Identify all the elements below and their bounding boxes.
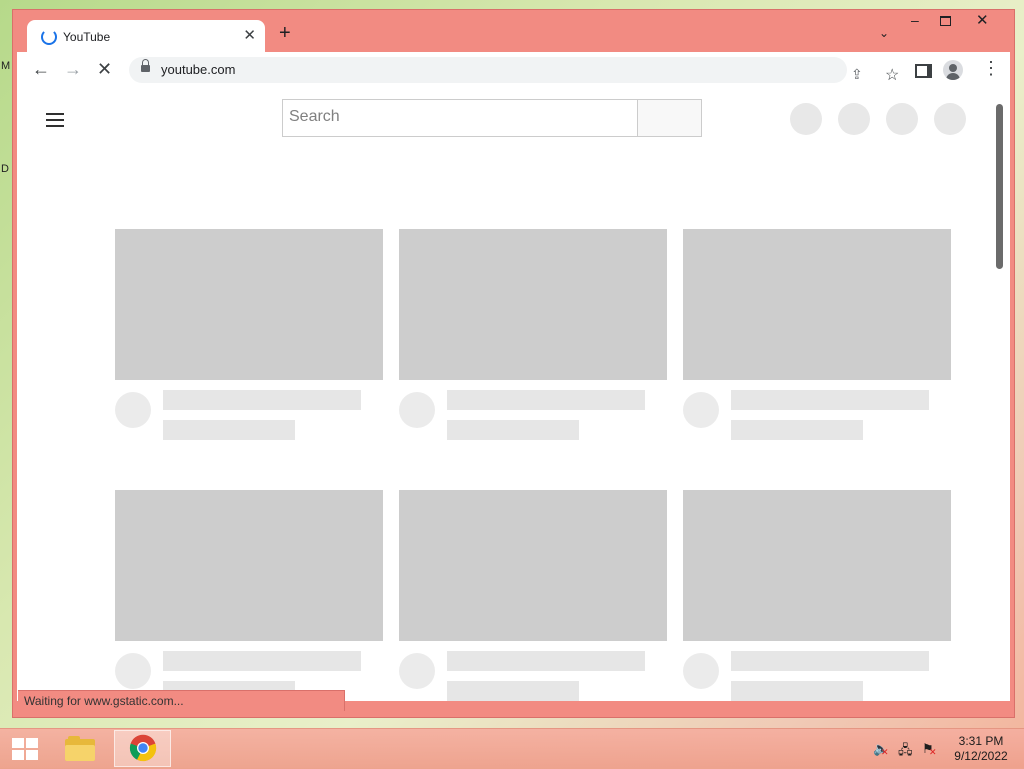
folder-icon[interactable] [64, 735, 96, 763]
meta-placeholder [731, 681, 863, 701]
video-thumbnail-placeholder [115, 229, 383, 380]
channel-avatar-placeholder [115, 392, 151, 428]
browser-toolbar: ← → ✕ youtube.com ⇪ ☆ ⋮ [17, 52, 1010, 90]
taskbar: 🔈 ✕ 🖧 ⚑ ✕ 3:31 PM 9/12/2022 [0, 728, 1024, 769]
chrome-taskbar-button[interactable] [114, 730, 171, 767]
address-bar[interactable]: youtube.com ⇪ ☆ [129, 57, 899, 84]
search-input-container[interactable] [282, 99, 638, 137]
taskbar-clock[interactable]: 3:31 PM 9/12/2022 [946, 734, 1016, 764]
header-placeholder-icon [886, 103, 918, 135]
video-thumbnail-placeholder [683, 229, 951, 380]
channel-avatar-placeholder [115, 653, 151, 689]
meta-placeholder [447, 420, 579, 440]
maximize-button[interactable] [940, 16, 951, 26]
title-placeholder [163, 651, 361, 671]
title-placeholder [447, 390, 645, 410]
tab-strip: YouTube ✕ + ⌄ – ✕ [13, 10, 1014, 53]
header-placeholder-icon [934, 103, 966, 135]
title-placeholder [163, 390, 361, 410]
tab-search-chevron-icon[interactable]: ⌄ [879, 26, 889, 40]
action-center-flag-icon[interactable]: ⚑ ✕ [922, 741, 937, 757]
channel-avatar-placeholder [399, 653, 435, 689]
windows-logo-icon[interactable] [12, 738, 38, 760]
volume-muted-icon[interactable]: 🔈 ✕ [873, 741, 889, 757]
minimize-button[interactable]: – [911, 12, 919, 28]
hamburger-menu-icon[interactable] [46, 113, 64, 127]
header-placeholder-icon [838, 103, 870, 135]
meta-placeholder [163, 420, 295, 440]
forward-arrow-icon[interactable]: → [64, 59, 82, 80]
title-placeholder [731, 390, 929, 410]
desktop-icon-label-fragment: D [1, 163, 9, 175]
bookmark-star-icon[interactable]: ☆ [885, 65, 899, 85]
channel-avatar-placeholder [683, 653, 719, 689]
tab-youtube[interactable]: YouTube ✕ [27, 20, 265, 53]
new-tab-button[interactable]: + [279, 22, 291, 45]
loading-spinner-icon [41, 29, 57, 45]
search-button[interactable] [638, 99, 702, 137]
browser-window: YouTube ✕ + ⌄ – ✕ ← → ✕ youtube.com ⇪ ☆ … [12, 9, 1015, 718]
profile-avatar-icon[interactable] [943, 60, 963, 80]
chrome-icon [129, 734, 157, 762]
channel-avatar-placeholder [399, 392, 435, 428]
close-tab-icon[interactable]: ✕ [243, 26, 256, 44]
video-thumbnail-placeholder [399, 490, 667, 641]
meta-placeholder [447, 681, 579, 701]
video-thumbnail-placeholder [115, 490, 383, 641]
youtube-page [17, 90, 1010, 701]
share-icon[interactable]: ⇪ [851, 66, 863, 83]
side-panel-icon[interactable] [915, 64, 932, 78]
channel-avatar-placeholder [683, 392, 719, 428]
close-window-button[interactable]: ✕ [976, 11, 989, 29]
search-input[interactable] [283, 100, 625, 134]
status-bubble: Waiting for www.gstatic.com... [18, 690, 345, 711]
clock-date: 9/12/2022 [954, 749, 1008, 763]
title-placeholder [447, 651, 645, 671]
back-arrow-icon[interactable]: ← [32, 59, 50, 80]
vertical-scrollbar[interactable] [996, 104, 1003, 269]
network-disconnected-icon[interactable]: 🖧 [898, 741, 913, 763]
menu-kebab-icon[interactable]: ⋮ [982, 59, 1000, 77]
tab-title: YouTube [63, 30, 111, 44]
stop-loading-icon[interactable]: ✕ [97, 59, 112, 80]
video-thumbnail-placeholder [399, 229, 667, 380]
video-thumbnail-placeholder [683, 490, 951, 641]
desktop-icon-label-fragment: M [1, 60, 11, 72]
clock-time: 3:31 PM [958, 734, 1004, 748]
header-placeholder-icon [790, 103, 822, 135]
title-placeholder [731, 651, 929, 671]
lock-icon[interactable] [141, 59, 150, 72]
address-url[interactable]: youtube.com [161, 62, 235, 77]
meta-placeholder [731, 420, 863, 440]
